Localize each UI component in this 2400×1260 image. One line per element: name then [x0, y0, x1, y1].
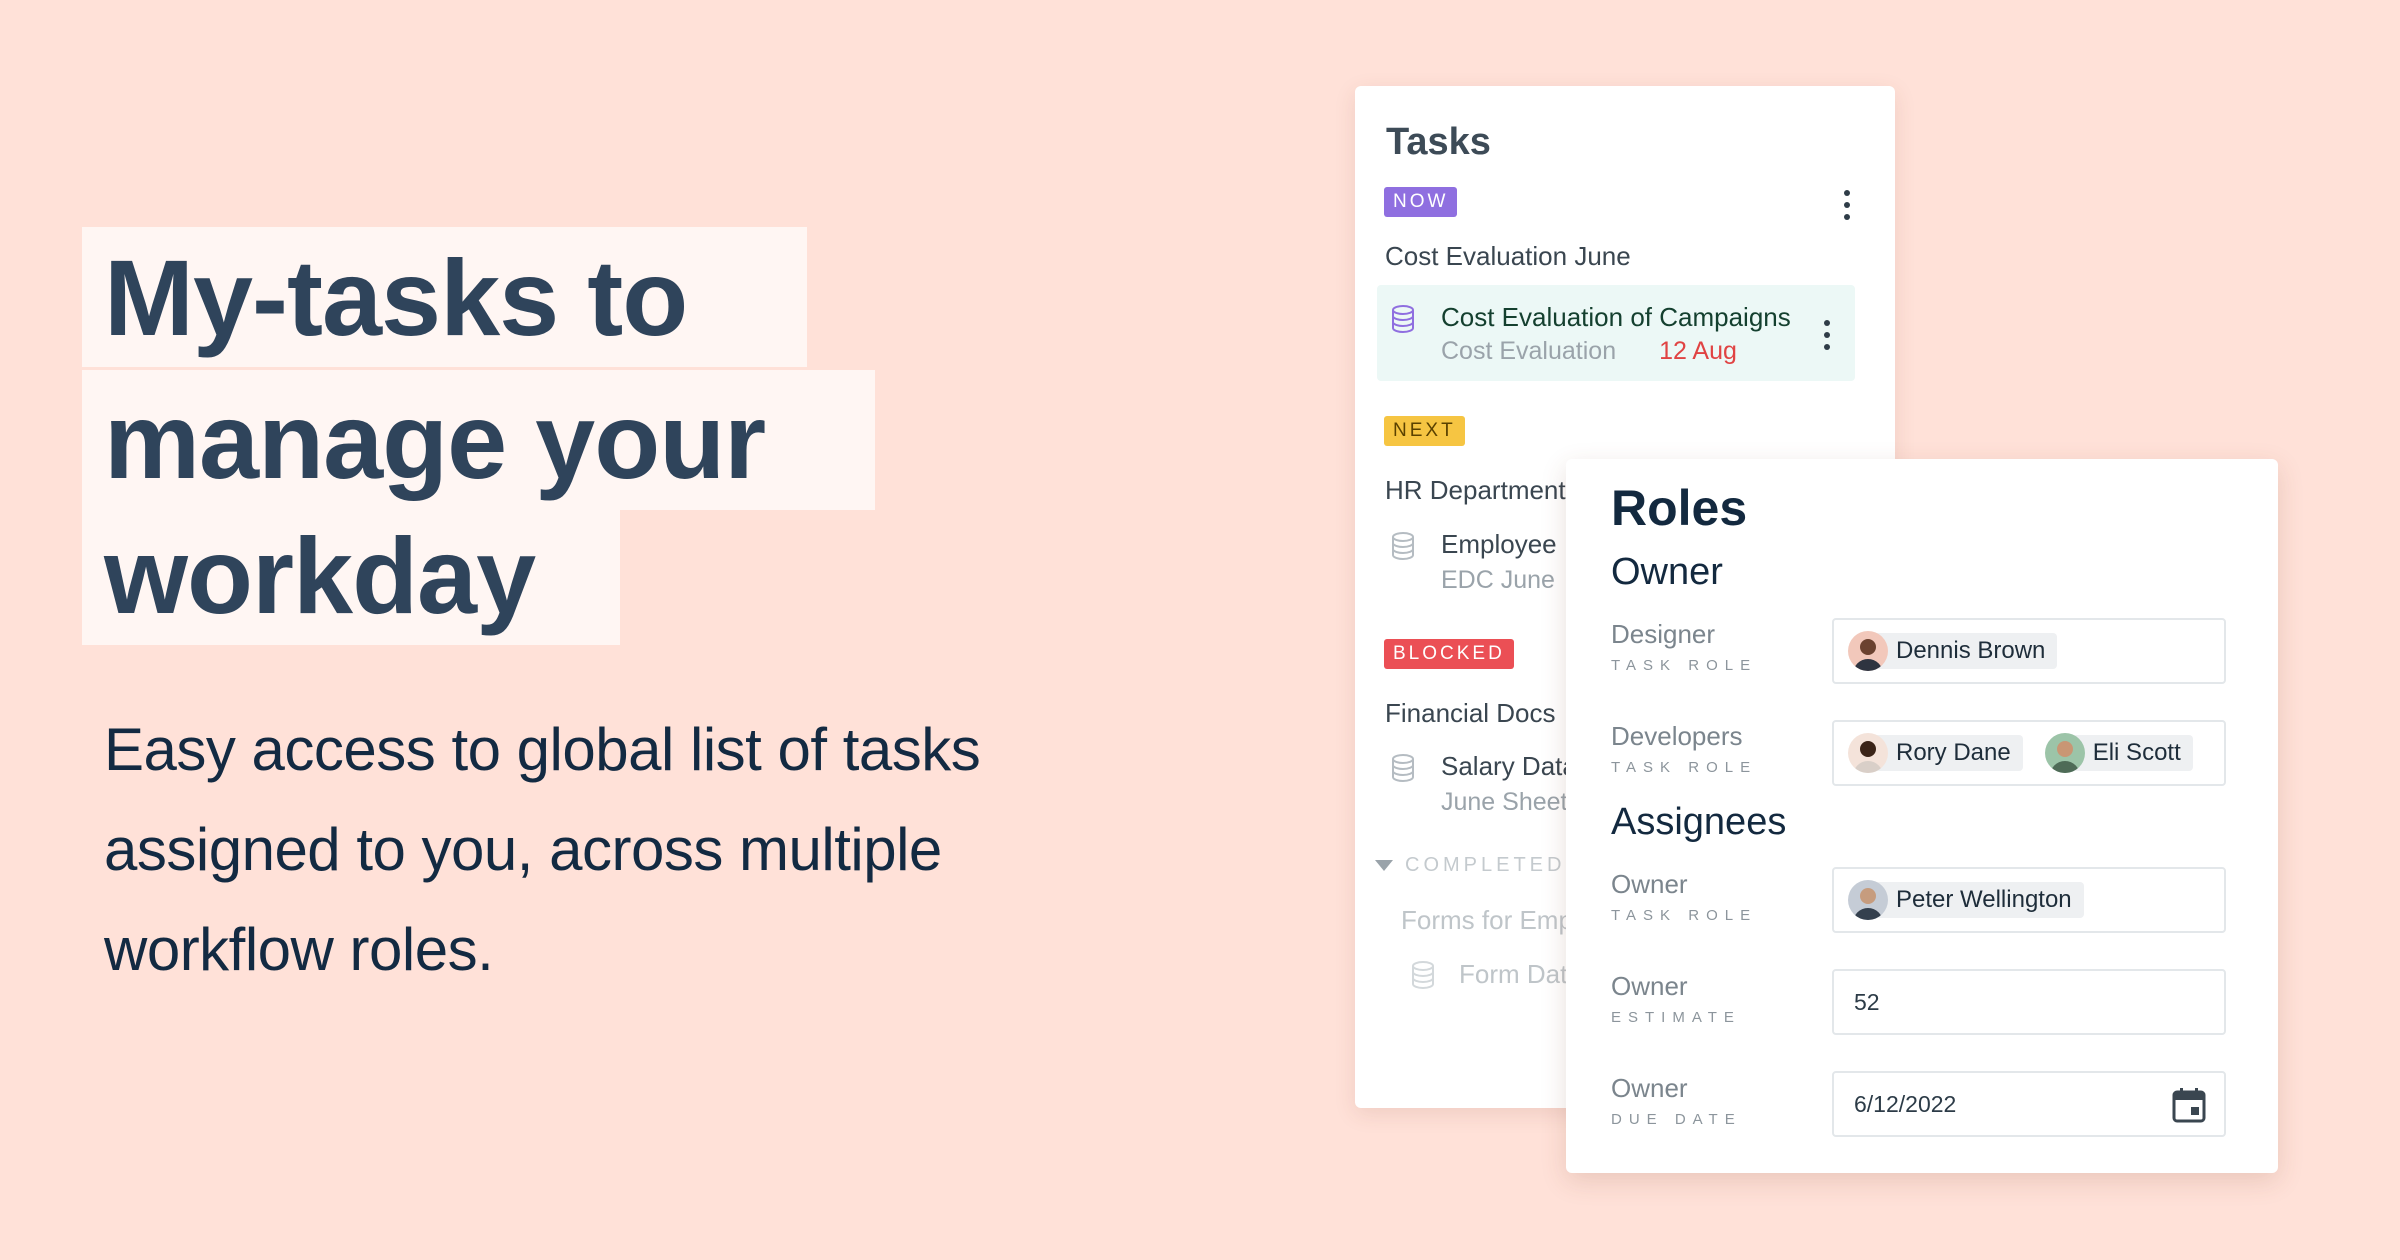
avatar-icon [1848, 880, 1888, 920]
section-title-assignees: Assignees [1611, 801, 1787, 843]
more-vert-icon[interactable] [1823, 320, 1831, 350]
person-name: Eli Scott [2092, 739, 2181, 766]
status-badge-blocked: BLOCKED [1384, 639, 1514, 669]
headline-line-1: My-tasks to [82, 227, 807, 367]
roles-title: Roles [1611, 480, 1748, 536]
headline-line-2: manage your [82, 370, 875, 510]
field-caption: ESTIMATE [1611, 1009, 1741, 1026]
status-badge-next: NEXT [1384, 416, 1465, 446]
status-badge-now: NOW [1384, 187, 1458, 217]
group-title-now: Cost Evaluation June [1385, 241, 1631, 271]
avatar-icon [1848, 631, 1888, 671]
estimate-value: 52 [1854, 988, 1880, 1015]
field-label: Owner [1611, 971, 1688, 1001]
completed-label: COMPLETED [1405, 854, 1566, 876]
owner-people-field[interactable]: Peter Wellington [1832, 867, 2226, 933]
field-caption: TASK ROLE [1611, 907, 1758, 924]
person-name: Rory Dane [1896, 739, 2011, 766]
field-label: Designer [1611, 619, 1716, 649]
person-chip[interactable]: Dennis Brown [1848, 631, 2058, 671]
person-chip[interactable]: Peter Wellington [1848, 880, 2084, 920]
tasks-title: Tasks [1386, 121, 1491, 163]
task-due-date: 12 Aug [1659, 337, 1737, 365]
completed-toggle[interactable]: COMPLETED [1375, 854, 1565, 877]
designer-people-field[interactable]: Dennis Brown [1832, 618, 2226, 684]
person-chip[interactable]: Rory Dane [1848, 733, 2023, 773]
field-label: Developers [1611, 721, 1743, 751]
field-caption: TASK ROLE [1611, 657, 1758, 674]
estimate-input[interactable]: 52 [1832, 969, 2226, 1035]
due-date-input[interactable]: 6/12/2022 [1832, 1071, 2226, 1137]
roles-card: Roles Owner Designer TASK ROLE Dennis Br… [1566, 459, 2278, 1173]
hero-subtext: Easy access to global list of tasks assi… [104, 700, 1004, 1000]
hero-subtext-line-1: Easy access to global list of tasks [104, 716, 981, 783]
field-label: Owner [1611, 869, 1688, 899]
more-vert-icon[interactable] [1843, 190, 1851, 220]
task-name[interactable]: Salary Data [1441, 751, 1577, 782]
hero-subtext-line-3: workflow roles. [104, 916, 494, 983]
caret-down-icon [1375, 860, 1393, 871]
database-icon [1412, 961, 1434, 989]
person-name: Peter Wellington [1896, 886, 2072, 913]
task-name[interactable]: Form Dat [1459, 959, 1567, 990]
section-title-owner: Owner [1611, 551, 1723, 593]
calendar-icon[interactable] [2172, 1087, 2206, 1123]
task-parent: Cost Evaluation [1441, 337, 1617, 365]
task-row-active[interactable] [1377, 285, 1855, 381]
task-name[interactable]: Cost Evaluation of Campaigns [1441, 302, 1791, 333]
group-title-completed: Forms for Emp [1401, 905, 1573, 935]
database-icon [1392, 305, 1414, 333]
task-sub: EDC June [1441, 566, 1555, 594]
headline-line-3: workday [82, 505, 620, 645]
field-caption: TASK ROLE [1611, 759, 1758, 776]
field-label: Owner [1611, 1073, 1688, 1103]
task-sub: June Sheet [1441, 788, 1568, 816]
group-title-blocked: Financial Docs [1385, 698, 1556, 728]
group-title-next: HR Department [1385, 475, 1566, 505]
task-name[interactable]: Employee D [1441, 529, 1583, 560]
hero-subtext-line-2: assigned to you, across multiple [104, 816, 942, 883]
avatar-icon [1848, 733, 1888, 773]
developers-people-field[interactable]: Rory Dane Eli Scott [1832, 720, 2226, 786]
due-date-value: 6/12/2022 [1854, 1090, 1957, 1117]
avatar-icon [2044, 733, 2085, 773]
field-caption: DUE DATE [1611, 1111, 1742, 1128]
person-name: Dennis Brown [1896, 637, 2046, 664]
person-chip[interactable]: Eli Scott [2044, 733, 2193, 773]
task-sub: Cost Evaluation 12 Aug [1441, 337, 1737, 366]
database-icon [1392, 532, 1414, 560]
database-icon [1392, 754, 1414, 782]
